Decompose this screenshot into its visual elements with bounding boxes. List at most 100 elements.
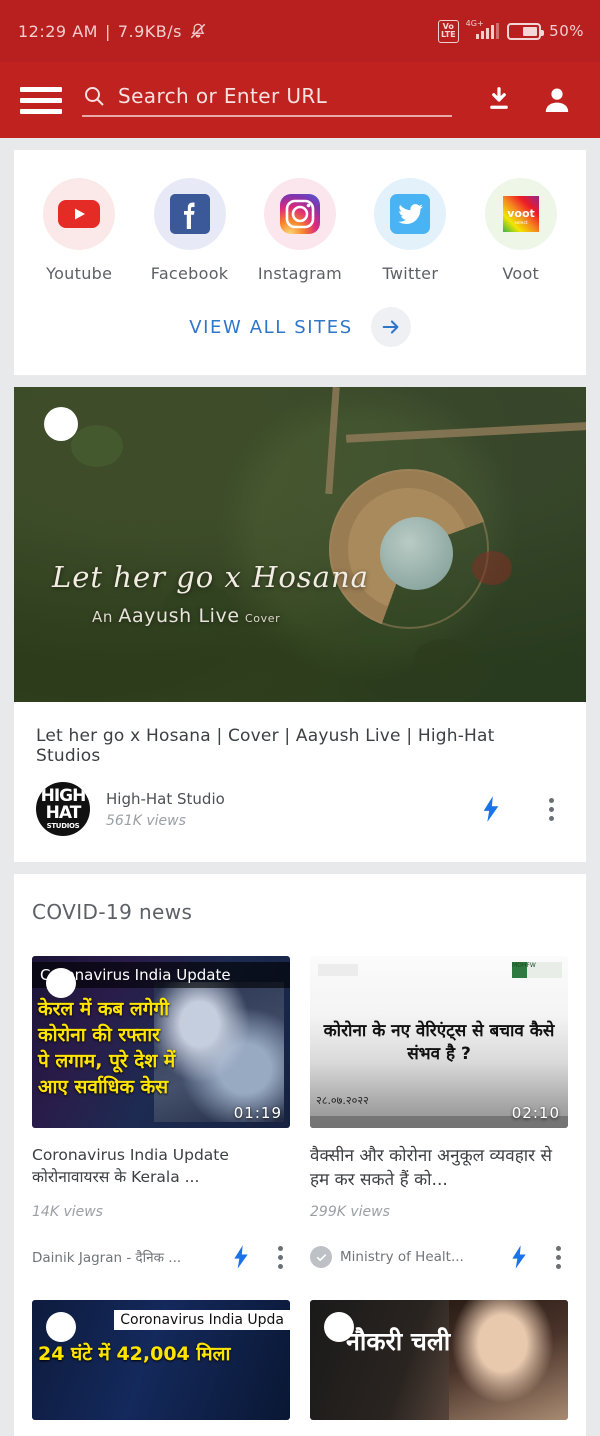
play-badge-icon[interactable] [46,1312,76,1342]
status-bar-left: 12:29 AM | 7.9KB/s [18,22,207,41]
svg-text:voot: voot [507,207,535,220]
battery-icon [507,22,545,40]
status-network-speed: 7.9KB/s [117,21,182,41]
thumbnail-banner-text: Coronavirus India Upda [114,1310,290,1330]
thumbnail-overlay-line-3: पे लगाम, पूरे देश में [38,1050,176,1072]
news-view-count: 14K views [32,1204,103,1220]
video-card[interactable]: Let her go x Hosana An Aayush Live Cover… [14,387,586,862]
shortcut-label: Youtube [46,264,113,283]
signal-strength-icon: 4G+ [466,19,500,39]
avatar-line-3: STUDIOS [46,822,80,830]
news-source-name: Dainik Jagran - दैनिक ... [32,1250,182,1266]
arrow-right-icon[interactable] [370,307,411,347]
news-item[interactable]: Coronavirus India Update केरल में कब लगे… [32,956,290,1272]
news-thumbnail[interactable]: Coronavirus India Upda 24 घंटे में 42,00… [32,1300,290,1420]
verified-badge-icon [310,1246,332,1268]
video-meta-text: High-Hat Studio 561K views [106,790,462,829]
news-section-heading: COVID-19 news [32,900,193,924]
more-options-icon[interactable] [538,794,564,824]
status-bar-right: Vo LTE 4G+ 50% [437,19,584,43]
thumbnail-subtitle-text: An Aayush Live Cover [92,605,280,627]
volte-badge-icon: Vo LTE [437,19,459,43]
thumbnail-subtitle-mid: Aayush Live [118,605,240,627]
news-thumbnail[interactable]: नौकरी चली [310,1300,568,1420]
shortcut-label: Voot [502,264,540,283]
channel-logo-badge: MOHFW [512,962,562,978]
thumbnail-overlay-text: नौकरी चली [346,1327,451,1356]
news-grid: Coronavirus India Update केरल में कब लगे… [32,956,568,1272]
thumbnail-headline-text: कोरोना के नए वेरिएंट्स से बचाव कैसे संभव… [323,1021,555,1064]
download-icon[interactable] [478,79,520,121]
play-badge-icon[interactable] [324,1312,354,1342]
lightning-bolt-icon[interactable] [508,1242,530,1272]
status-time: 12:29 AM [18,21,98,41]
channel-name: High-Hat Studio [106,789,225,808]
news-source-name: Ministry of Healt... [340,1249,464,1265]
thumbnail-overlay-line-1: केरल में कब लगेगी [38,998,170,1020]
video-meta-row: HIGH HAT STUDIOS High-Hat Studio 561K vi… [14,766,586,854]
news-view-count: 299K views [310,1204,390,1220]
profile-icon[interactable] [536,79,578,121]
hamburger-menu-icon[interactable] [20,85,62,115]
more-options-icon[interactable] [270,1242,290,1272]
signal-generation-label: 4G+ [465,19,484,28]
thumbnail-subtitle-pre: An [92,608,113,626]
video-duration: 01:19 [233,1104,282,1122]
shortcuts-card: Youtube Facebook Instagram Twitter voot … [14,150,586,375]
thumbnail-subtitle-post: Cover [245,612,281,625]
browser-toolbar: Search or Enter URL [0,62,600,138]
shortcut-label: Twitter [382,264,439,283]
more-options-icon[interactable] [548,1242,568,1272]
thumbnail-overlay-text: 24 घंटे में 42,004 मिला [38,1343,231,1365]
news-source-row: Dainik Jagran - दैनिक ... [32,1242,290,1272]
battery-percentage: 50% [549,22,584,40]
news-item[interactable]: MOHFW कोरोना के नए वेरिएंट्स से बचाव कैस… [310,956,568,1272]
covid-news-card: COVID-19 news Coronavirus India Update क… [14,874,586,1436]
news-title: Coronavirus India Update कोरोनावायरस के … [32,1146,229,1186]
news-grid-bottom: Coronavirus India Upda 24 घंटे में 42,00… [32,1300,568,1420]
status-separator: | [104,21,111,41]
video-title: Let her go x Hosana | Cover | Aayush Liv… [36,726,495,766]
status-bar: 12:29 AM | 7.9KB/s Vo LTE 4G+ 50% [0,0,600,62]
twitter-icon [374,178,447,250]
news-thumbnail[interactable]: MOHFW कोरोना के नए वेरिएंट्स से बचाव कैस… [310,956,568,1128]
volte-line-2: LTE [440,30,456,39]
news-thumbnail[interactable]: Coronavirus India Update केरल में कब लगे… [32,956,290,1128]
facebook-icon [153,178,226,250]
search-input[interactable]: Search or Enter URL [82,84,452,117]
view-all-sites-label: VIEW ALL SITES [189,316,353,338]
youtube-icon [43,178,116,250]
voot-icon: voot select [484,178,557,250]
news-item[interactable]: Coronavirus India Upda 24 घंटे में 42,00… [32,1300,290,1420]
lightning-bolt-icon[interactable] [230,1242,252,1272]
news-source-row: Ministry of Healt... [310,1242,568,1272]
video-thumbnail[interactable]: Let her go x Hosana An Aayush Live Cover [14,387,586,702]
news-title: वैक्सीन और कोरोना अनुकूल व्यवहार से हम क… [310,1146,552,1190]
page-content: Youtube Facebook Instagram Twitter voot … [0,150,600,1436]
avatar-line-2: HAT [45,803,82,823]
thumbnail-title-text: Let her go x Hosana [52,560,369,594]
thumbnail-date-text: २८.०७.२०२२ [316,1094,369,1107]
shortcut-label: Instagram [257,264,343,283]
shortcut-tile-youtube[interactable]: Youtube [27,178,131,283]
thumbnail-overlay-line-4: आए सर्वाधिक केस [38,1076,169,1098]
play-badge-icon[interactable] [46,968,76,998]
shortcut-label: Facebook [150,264,229,283]
play-badge-icon[interactable] [44,407,78,441]
bell-muted-icon [189,22,207,40]
shortcut-tile-instagram[interactable]: Instagram [248,178,352,283]
instagram-icon [263,178,336,250]
view-count: 561K views [106,812,186,829]
news-item[interactable]: नौकरी चली [310,1300,568,1420]
svg-text:select: select [514,220,528,226]
view-all-sites-row[interactable]: VIEW ALL SITES [24,283,576,361]
search-icon [82,84,106,108]
shortcut-tile-twitter[interactable]: Twitter [358,178,462,283]
shortcut-tiles: Youtube Facebook Instagram Twitter voot … [24,178,576,283]
thumbnail-overlay-line-2: कोरोना की रफ्तार [38,1024,160,1046]
lightning-bolt-icon[interactable] [478,794,504,824]
shortcut-tile-voot[interactable]: voot select Voot [469,178,573,283]
search-placeholder-text: Search or Enter URL [118,83,328,108]
shortcut-tile-facebook[interactable]: Facebook [138,178,242,283]
channel-avatar[interactable]: HIGH HAT STUDIOS [36,782,90,836]
